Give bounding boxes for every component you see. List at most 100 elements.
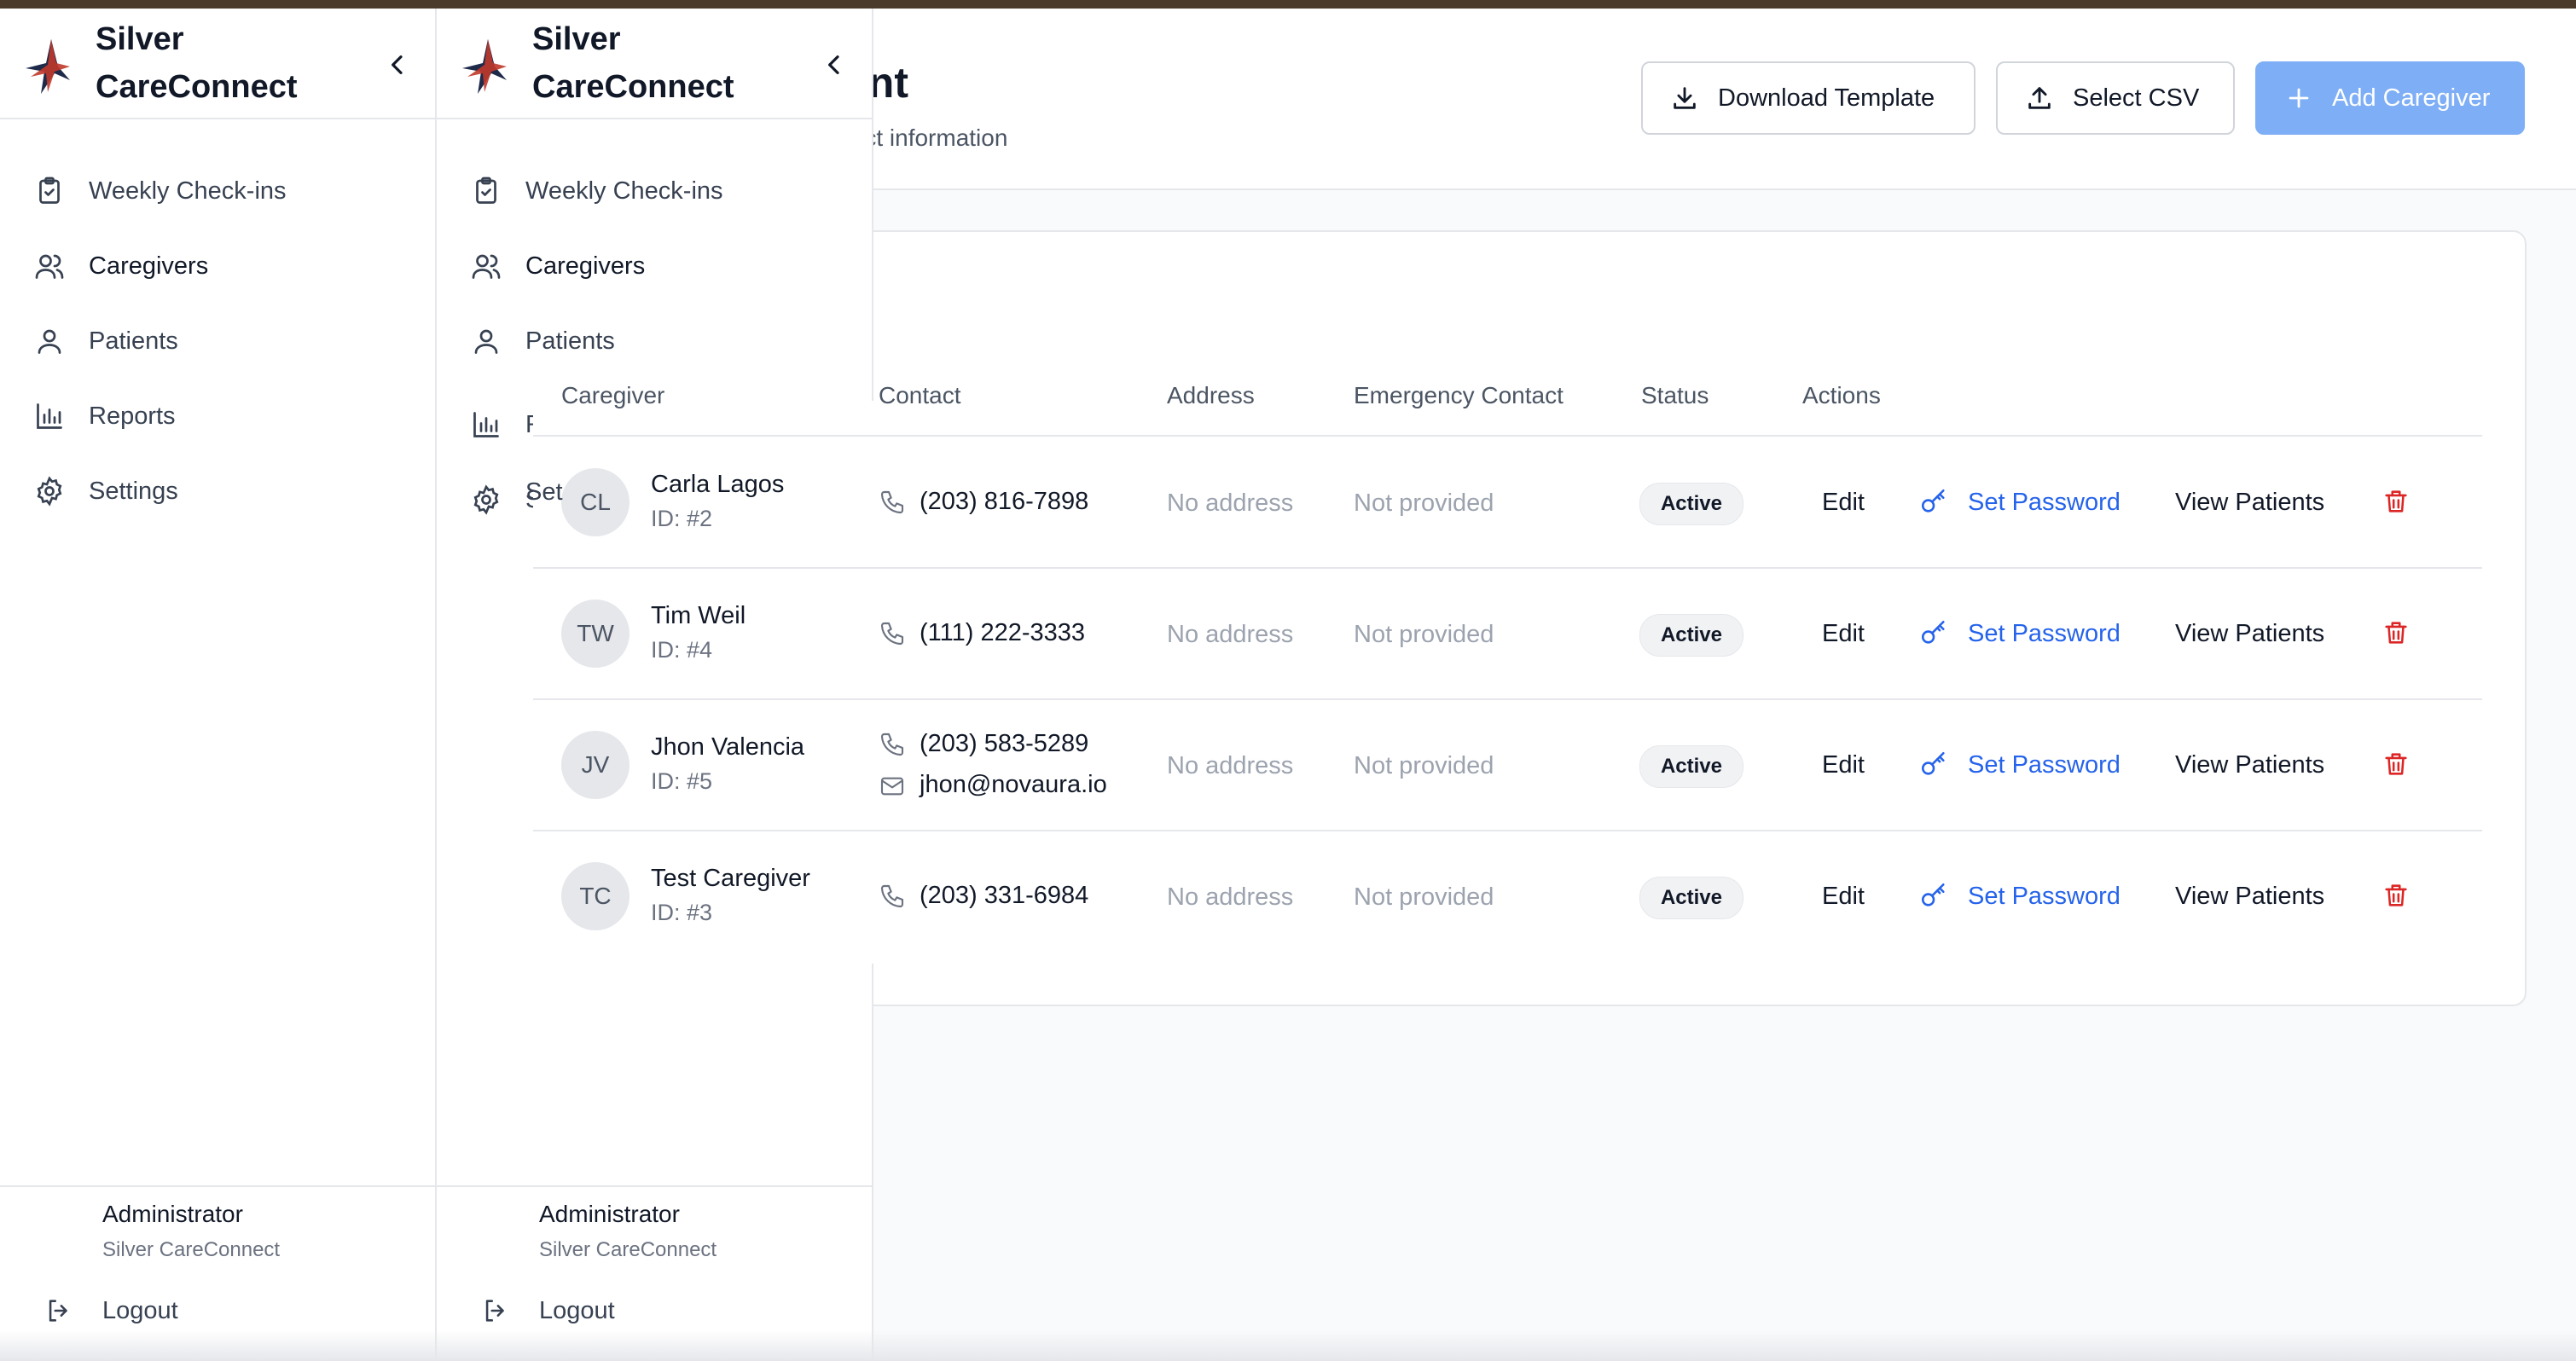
sidebar-item-label: Caregivers: [525, 252, 646, 280]
add-caregiver-label: Add Caregiver: [2332, 84, 2491, 112]
download-template-button[interactable]: Download Template: [1641, 61, 1976, 135]
sidebar-item-label: Patients: [89, 327, 178, 355]
bottom-shadow: [0, 1330, 2576, 1361]
column-header-actions: Actions: [1802, 382, 1881, 408]
sidebar-item-patients[interactable]: Patients: [471, 316, 615, 367]
sidebar-item-settings[interactable]: Settings: [34, 466, 178, 517]
chevron-left-icon[interactable]: [821, 51, 848, 78]
avatar: JV: [561, 731, 629, 799]
caregiver-id: ID: #2: [651, 506, 713, 531]
sidebar-header: Silver CareConnect: [437, 9, 872, 119]
user-name: Administrator: [539, 1201, 680, 1227]
download-template-label: Download Template: [1718, 84, 1935, 112]
key-icon: [1921, 620, 1945, 644]
column-header-address: Address: [1167, 382, 1255, 408]
sidebar-item-caregivers[interactable]: Caregivers: [34, 240, 208, 292]
logout-icon: [485, 1300, 504, 1322]
gear-icon: [37, 476, 62, 507]
avatar: TC: [561, 862, 629, 930]
brand-name: Silver CareConnect: [532, 15, 734, 111]
star-logo-icon: [462, 39, 507, 94]
bar-chart-icon: [473, 412, 499, 437]
brand-line-1: Silver: [532, 21, 621, 57]
edit-button[interactable]: Edit: [1822, 751, 1865, 779]
sidebar-item-reports[interactable]: Reports: [34, 391, 176, 442]
status-badge: Active: [1639, 614, 1743, 657]
caregiver-email: jhon@novaura.io: [920, 771, 1107, 798]
view-patients-button[interactable]: View Patients: [2175, 751, 2324, 779]
sidebar-item-label: Caregivers: [89, 252, 209, 280]
edit-button[interactable]: Edit: [1822, 620, 1865, 648]
column-header-contact: Contact: [879, 382, 961, 408]
set-password-button[interactable]: Set Password: [1968, 751, 2121, 779]
sidebar-item-label: Reports: [89, 402, 176, 430]
logout-icon: [49, 1300, 67, 1322]
column-header-caregiver-overlay: Caregiver: [561, 382, 665, 408]
phone-icon: [880, 622, 904, 646]
caregiver-address: No address: [1167, 621, 1294, 648]
caregiver-id: ID: #4: [651, 637, 713, 663]
status-badge: Active: [1639, 745, 1743, 788]
caregiver-name: Jhon Valencia: [651, 733, 805, 761]
edit-button[interactable]: Edit: [1822, 489, 1865, 517]
sidebar-item-weekly-check-ins[interactable]: Weekly Check-ins: [471, 165, 723, 217]
trash-icon[interactable]: [2382, 618, 2411, 647]
set-password-button[interactable]: Set Password: [1968, 489, 2121, 517]
logout-button[interactable]: Logout: [44, 1296, 178, 1325]
logout-button[interactable]: Logout: [481, 1296, 615, 1325]
brand-name: Silver CareConnect: [96, 15, 298, 111]
row-divider: [533, 698, 874, 700]
view-patients-button[interactable]: View Patients: [2175, 883, 2324, 911]
sidebar-item-caregivers[interactable]: Caregivers: [471, 240, 645, 292]
sidebar-item-weekly-check-ins[interactable]: Weekly Check-ins: [34, 165, 287, 217]
caregiver-address: No address: [1167, 489, 1294, 517]
sidebar-footer-divider: [437, 1185, 872, 1187]
caregiver-emergency-contact: Not provided: [1354, 621, 1494, 648]
add-caregiver-button[interactable]: Add Caregiver: [2255, 61, 2525, 135]
caregiver-id: ID: #5: [651, 768, 713, 794]
sidebar-footer-divider: [0, 1185, 435, 1187]
chevron-left-icon[interactable]: [384, 51, 411, 78]
caregiver-address: No address: [1167, 883, 1294, 911]
upload-icon: [2028, 87, 2051, 109]
user-organization: Silver CareConnect: [539, 1238, 717, 1261]
user-name: Administrator: [102, 1201, 243, 1227]
caregiver-id: ID: #3: [651, 900, 713, 925]
set-password-button[interactable]: Set Password: [1968, 883, 2121, 911]
clipboard-check-icon: [476, 177, 496, 204]
caregiver-phone: (203) 816-7898: [920, 488, 1089, 515]
caregiver-name: Carla Lagos: [651, 471, 785, 498]
column-header-emergency-contact: Emergency Contact: [1354, 382, 1564, 408]
brand-line-1: Silver: [96, 21, 184, 57]
gear-icon: [473, 484, 499, 515]
status-badge: Active: [1639, 483, 1743, 525]
avatar: TW: [561, 599, 629, 668]
set-password-button[interactable]: Set Password: [1968, 620, 2121, 648]
caregiver-address: No address: [1167, 752, 1294, 779]
sidebar-item-patients[interactable]: Patients: [34, 316, 178, 367]
star-logo-icon: [26, 39, 70, 94]
user-icon: [474, 329, 498, 354]
trash-icon[interactable]: [2382, 881, 2411, 910]
view-patients-button[interactable]: View Patients: [2175, 489, 2324, 517]
users-icon: [35, 254, 64, 279]
sidebar-header: Silver CareConnect: [0, 9, 435, 119]
select-csv-button[interactable]: Select CSV: [1996, 61, 2235, 135]
bar-chart-icon: [37, 403, 62, 429]
view-patients-button[interactable]: View Patients: [2175, 620, 2324, 648]
edit-button[interactable]: Edit: [1822, 883, 1865, 911]
sidebar-item-label: Patients: [525, 327, 615, 355]
caregiver-name: Test Caregiver: [651, 865, 810, 892]
clipboard-check-icon: [39, 177, 60, 204]
key-icon: [1921, 489, 1945, 513]
trash-icon[interactable]: [2382, 487, 2411, 516]
brand-line-2: CareConnect: [532, 69, 734, 105]
caregiver-phone: (203) 331-6984: [920, 882, 1089, 909]
caregiver-emergency-contact: Not provided: [1354, 752, 1494, 779]
plus-icon: [2289, 88, 2309, 108]
users-icon: [472, 254, 501, 279]
logout-label: Logout: [102, 1296, 178, 1324]
sidebar-item-label: Weekly Check-ins: [89, 177, 287, 205]
trash-icon[interactable]: [2382, 750, 2411, 779]
caregiver-emergency-contact: Not provided: [1354, 489, 1494, 517]
